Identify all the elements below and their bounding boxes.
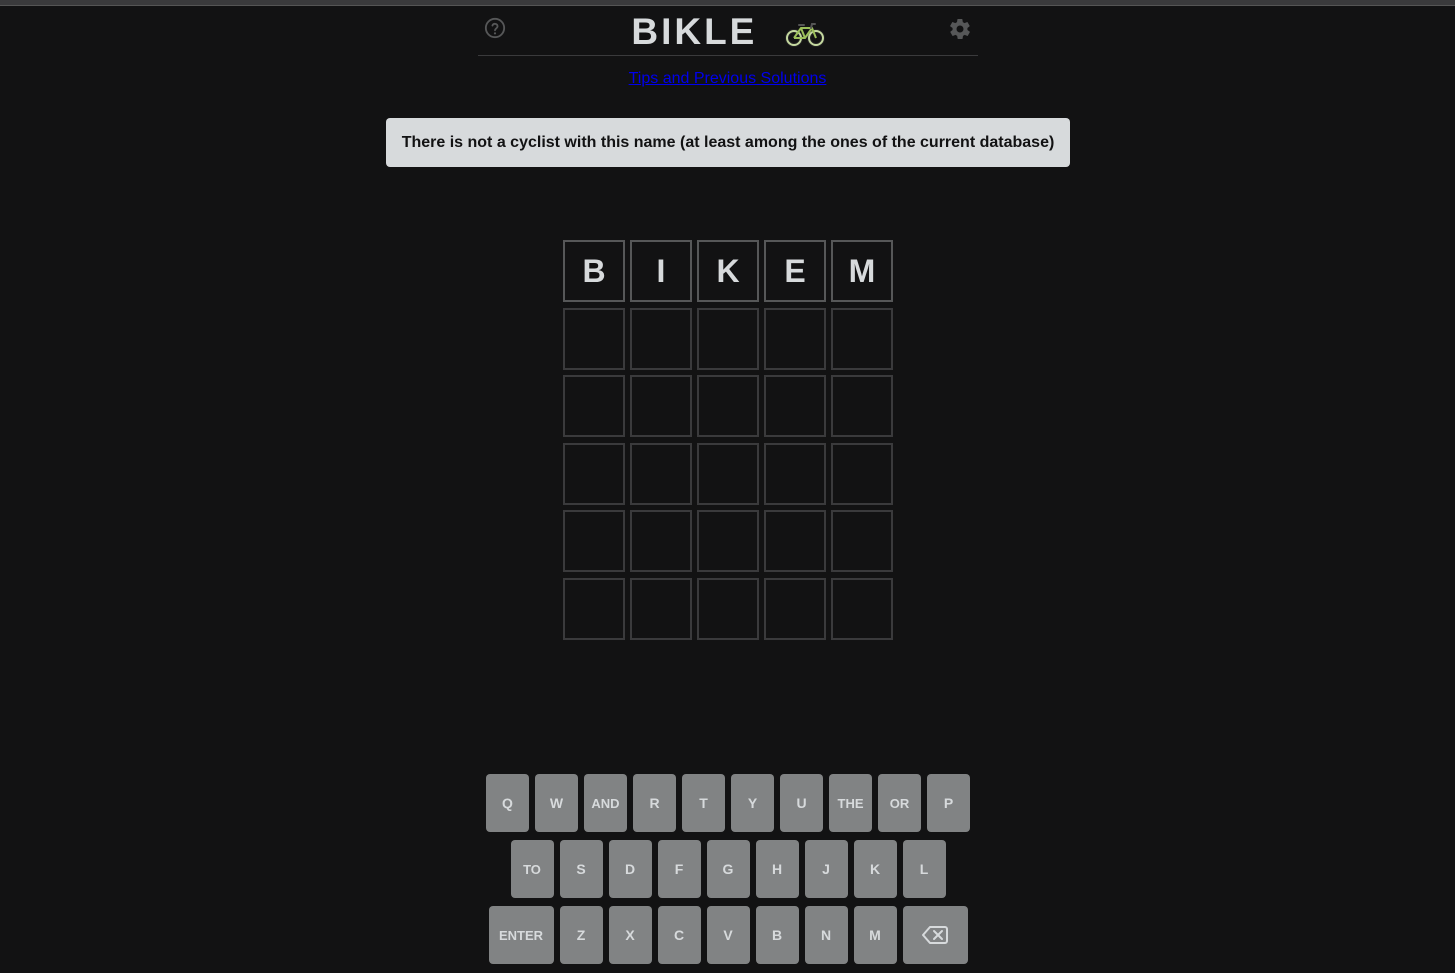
key-s[interactable]: S xyxy=(559,840,603,898)
backspace-icon xyxy=(922,926,948,944)
board-tile xyxy=(831,510,893,572)
board-tile xyxy=(563,577,625,640)
board-tile xyxy=(697,442,759,505)
key-z[interactable]: Z xyxy=(559,906,603,964)
key-m[interactable]: M xyxy=(853,906,897,964)
bicycle-icon xyxy=(784,23,825,48)
game-board: BIKEM xyxy=(563,240,893,640)
key-u[interactable]: U xyxy=(780,774,823,832)
title-text: BIKLE xyxy=(631,11,758,52)
board-tile: B xyxy=(563,240,625,302)
board-tile xyxy=(630,307,692,370)
board-tile xyxy=(764,510,826,572)
key-h[interactable]: H xyxy=(755,840,799,898)
board-tile: K xyxy=(697,240,759,302)
key-g[interactable]: G xyxy=(706,840,750,898)
board-tile xyxy=(630,375,692,437)
key-q[interactable]: Q xyxy=(486,774,529,832)
board-tile xyxy=(764,577,826,640)
key-p[interactable]: P xyxy=(927,774,970,832)
board-tile: I xyxy=(630,240,692,302)
backspace-button[interactable] xyxy=(902,906,968,964)
board-tile: M xyxy=(831,240,893,302)
key-v[interactable]: V xyxy=(706,906,750,964)
enter-button[interactable]: ENTER xyxy=(488,906,554,964)
board-tile xyxy=(697,577,759,640)
key-d[interactable]: D xyxy=(608,840,652,898)
board-tile: E xyxy=(764,240,826,302)
board-tile xyxy=(831,307,893,370)
keyboard: Q W AND R T Y U THE OR P TO S D F G H J K L ENTER Z X C V B N M xyxy=(486,774,970,972)
keyboard-row-2: TO S D F G H J K L xyxy=(486,840,970,898)
gear-icon[interactable] xyxy=(948,17,972,41)
key-w[interactable]: W xyxy=(535,774,578,832)
key-f[interactable]: F xyxy=(657,840,701,898)
board-tile xyxy=(764,307,826,370)
board-tile xyxy=(831,577,893,640)
board-tile xyxy=(764,375,826,437)
key-and[interactable]: AND xyxy=(584,774,627,832)
board-tile xyxy=(697,375,759,437)
key-or[interactable]: OR xyxy=(878,774,921,832)
key-r[interactable]: R xyxy=(633,774,676,832)
key-b[interactable]: B xyxy=(755,906,799,964)
key-k[interactable]: K xyxy=(853,840,897,898)
key-j[interactable]: J xyxy=(804,840,848,898)
keyboard-row-1: Q W AND R T Y U THE OR P xyxy=(486,774,970,832)
key-the[interactable]: THE xyxy=(829,774,872,832)
board-tile xyxy=(764,442,826,505)
board-tile xyxy=(697,307,759,370)
error-toast: There is not a cyclist with this name (a… xyxy=(386,118,1070,167)
key-y[interactable]: Y xyxy=(731,774,774,832)
board-tile xyxy=(563,510,625,572)
page-title: BIKLE xyxy=(478,12,978,52)
board-tile xyxy=(563,307,625,370)
key-t[interactable]: T xyxy=(682,774,725,832)
board-tile xyxy=(831,442,893,505)
board-tile xyxy=(831,375,893,437)
board-tile xyxy=(563,442,625,505)
board-tile xyxy=(697,510,759,572)
board-tile xyxy=(630,577,692,640)
tips-link[interactable]: Tips and Previous Solutions xyxy=(0,70,1455,88)
keyboard-row-3: ENTER Z X C V B N M xyxy=(486,906,970,964)
key-c[interactable]: C xyxy=(657,906,701,964)
key-n[interactable]: N xyxy=(804,906,848,964)
key-to[interactable]: TO xyxy=(510,840,554,898)
board-tile xyxy=(630,510,692,572)
key-l[interactable]: L xyxy=(902,840,946,898)
board-tile xyxy=(563,375,625,437)
key-x[interactable]: X xyxy=(608,906,652,964)
header: BIKLE xyxy=(478,6,978,56)
board-tile xyxy=(630,442,692,505)
